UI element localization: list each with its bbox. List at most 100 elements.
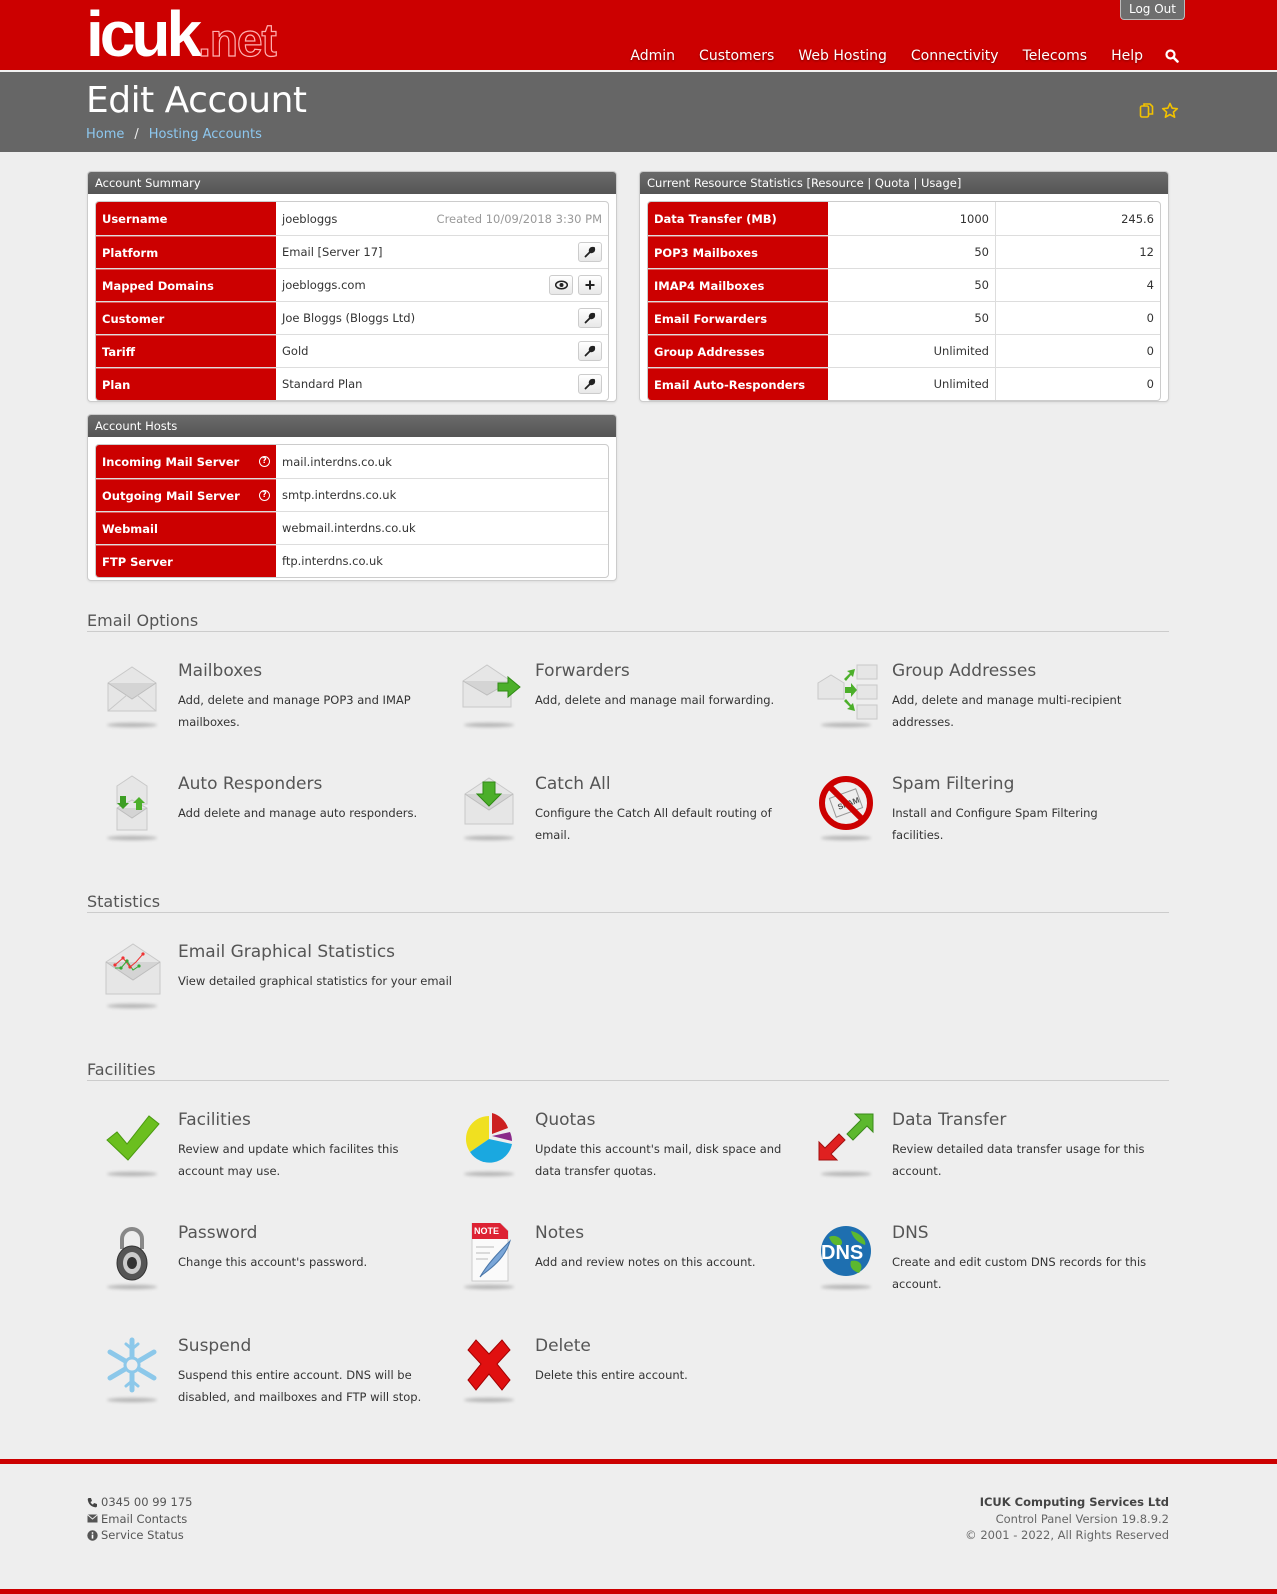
- quota-value: 50: [828, 236, 996, 268]
- resource-label: Data Transfer (MB): [648, 202, 828, 235]
- nav-admin[interactable]: Admin: [630, 48, 675, 67]
- edit-plan-button[interactable]: [578, 374, 602, 394]
- row-label: Username: [96, 202, 276, 235]
- main-nav: Admin Customers Web Hosting Connectivity…: [606, 48, 1179, 67]
- quota-value: 50: [828, 269, 996, 301]
- host-value: mail.interdns.co.uk: [282, 454, 392, 469]
- wrench-icon: [584, 378, 596, 390]
- row-label: Outgoing Mail Server: [102, 488, 240, 503]
- section-title-statistics: Statistics: [87, 892, 1169, 913]
- view-domains-button[interactable]: [549, 275, 573, 295]
- account-summary-panel: Account Summary Username joebloggs Create…: [87, 171, 617, 402]
- wrench-icon: [584, 312, 596, 324]
- tile-data-transfer[interactable]: Data Transfer Review detailed data trans…: [801, 1110, 1144, 1200]
- help-icon[interactable]: ?: [259, 490, 270, 501]
- tile-spam-filtering[interactable]: SPAM Spam Filtering Install and Configur…: [801, 774, 1141, 864]
- envelope-forward-icon: [460, 661, 521, 723]
- tile-facilities[interactable]: Facilities Review and update which facil…: [87, 1110, 427, 1200]
- table-row: Username joebloggs Created 10/09/2018 3:3…: [96, 202, 608, 235]
- tile-group-addresses[interactable]: Group Addresses Add, delete and manage m…: [801, 661, 1141, 751]
- tile-delete[interactable]: Delete Delete this entire account.: [444, 1336, 784, 1426]
- add-domain-button[interactable]: [578, 275, 602, 295]
- tile-description: Add delete and manage auto responders.: [178, 806, 418, 820]
- envelope-chart-icon: [103, 942, 161, 1004]
- tariff-value: Gold: [282, 344, 309, 358]
- tile-dns[interactable]: DNS DNS Create and edit custom DNS recor…: [801, 1223, 1146, 1313]
- nav-connectivity[interactable]: Connectivity: [911, 48, 999, 67]
- quota-value: 50: [828, 302, 996, 334]
- nav-web-hosting[interactable]: Web Hosting: [798, 48, 887, 67]
- plus-icon: [585, 280, 595, 290]
- nav-customers[interactable]: Customers: [699, 48, 774, 67]
- tile-notes[interactable]: NOTE Notes Add and review notes on this …: [444, 1222, 784, 1313]
- row-label: FTP Server: [96, 545, 276, 577]
- breadcrumb-home[interactable]: Home: [86, 127, 124, 142]
- section-title-email-options: Email Options: [87, 611, 1169, 632]
- edit-customer-button[interactable]: [578, 308, 602, 328]
- wrench-icon: [584, 345, 596, 357]
- host-value: ftp.interdns.co.uk: [282, 554, 383, 568]
- panel-heading: Current Resource Statistics [Resource | …: [640, 172, 1168, 194]
- table-row: Customer Joe Bloggs (Bloggs Ltd): [96, 301, 608, 334]
- footer-service-status[interactable]: Service Status: [87, 1527, 192, 1544]
- tile-description: Add, delete and manage mail forwarding.: [535, 693, 775, 707]
- table-row: Plan Standard Plan: [96, 367, 608, 400]
- tile-mailboxes[interactable]: Mailboxes Add, delete and manage POP3 an…: [87, 661, 427, 751]
- tile-description: Update this account's mail, disk space a…: [535, 1142, 782, 1178]
- version-text: Control Panel Version 19.8.9.2: [995, 1511, 1169, 1526]
- created-date: Created 10/09/2018 3:30 PM: [436, 211, 602, 226]
- logout-button[interactable]: Log Out: [1119, 0, 1185, 20]
- pie-chart-icon: [460, 1110, 518, 1172]
- table-row: Webmail webmail.interdns.co.uk: [96, 511, 608, 544]
- host-value: webmail.interdns.co.uk: [282, 521, 416, 535]
- breadcrumb-hosting-accounts[interactable]: Hosting Accounts: [149, 127, 262, 142]
- usage-value: 245.6: [1121, 211, 1154, 226]
- copy-icon[interactable]: [1139, 102, 1155, 123]
- top-header: icuk.net Log Out Admin Customers Web Hos…: [0, 0, 1277, 72]
- nav-help[interactable]: Help: [1111, 48, 1143, 67]
- footer-company: ICUK Computing Services Ltd Control Pane…: [965, 1494, 1169, 1544]
- resource-label: IMAP4 Mailboxes: [648, 269, 828, 301]
- panel-heading: Account Hosts: [88, 415, 616, 437]
- no-spam-icon: SPAM: [817, 774, 875, 836]
- footer-email-contacts[interactable]: Email Contacts: [87, 1511, 192, 1528]
- row-label-cell: Outgoing Mail Server?: [96, 479, 276, 511]
- icuk-logo[interactable]: icuk.net: [86, 2, 277, 67]
- row-label: Mapped Domains: [96, 269, 276, 301]
- edit-tariff-button[interactable]: [578, 341, 602, 361]
- star-icon[interactable]: [1161, 102, 1179, 123]
- nav-telecoms[interactable]: Telecoms: [1023, 48, 1087, 67]
- tile-catch-all[interactable]: Catch All Configure the Catch All defaul…: [444, 774, 784, 864]
- tile-suspend[interactable]: Suspend Suspend this entire account. DNS…: [87, 1336, 427, 1426]
- tile-auto-responders[interactable]: Auto Responders Add delete and manage au…: [87, 774, 427, 864]
- account-summary-table: Username joebloggs Created 10/09/2018 3:3…: [95, 201, 609, 401]
- footer-bottom-bar: [0, 1589, 1277, 1594]
- row-label: Platform: [96, 236, 276, 268]
- padlock-icon: [103, 1223, 161, 1285]
- search-icon[interactable]: [1165, 48, 1179, 67]
- tile-description: Suspend this entire account. DNS will be…: [178, 1368, 422, 1404]
- tile-quotas[interactable]: Quotas Update this account's mail, disk …: [444, 1110, 784, 1200]
- auto-responder-icon: [103, 774, 161, 836]
- tile-description: Add, delete and manage multi-recipient a…: [892, 693, 1122, 729]
- section-title-facilities: Facilities: [87, 1060, 1169, 1081]
- svg-text:NOTE: NOTE: [474, 1226, 499, 1236]
- title-actions: [1139, 102, 1179, 123]
- row-label-cell: Incoming Mail Server?: [96, 445, 276, 478]
- tile-password[interactable]: Password Change this account's password.: [87, 1223, 427, 1313]
- help-icon[interactable]: ?: [259, 456, 270, 467]
- tile-email-graphical-statistics[interactable]: Email Graphical Statistics View detailed…: [87, 942, 452, 1032]
- tile-forwarders[interactable]: Forwarders Add, delete and manage mail f…: [444, 661, 784, 751]
- usage-value: 0: [1146, 377, 1154, 391]
- edit-platform-button[interactable]: [578, 242, 602, 262]
- breadcrumb: Home / Hosting Accounts: [86, 127, 262, 142]
- footer-contact: 0345 00 99 175 Email Contacts Service St…: [87, 1494, 192, 1544]
- tile-title: Spam Filtering: [892, 774, 1015, 794]
- service-status-link[interactable]: Service Status: [101, 1527, 184, 1544]
- tile-title: Delete: [535, 1336, 591, 1356]
- tile-description: Delete this entire account.: [535, 1368, 688, 1382]
- email-contacts-link[interactable]: Email Contacts: [101, 1511, 187, 1528]
- tile-title: Group Addresses: [892, 661, 1037, 681]
- phone-icon: [87, 1497, 97, 1508]
- group-envelopes-icon: [817, 661, 878, 723]
